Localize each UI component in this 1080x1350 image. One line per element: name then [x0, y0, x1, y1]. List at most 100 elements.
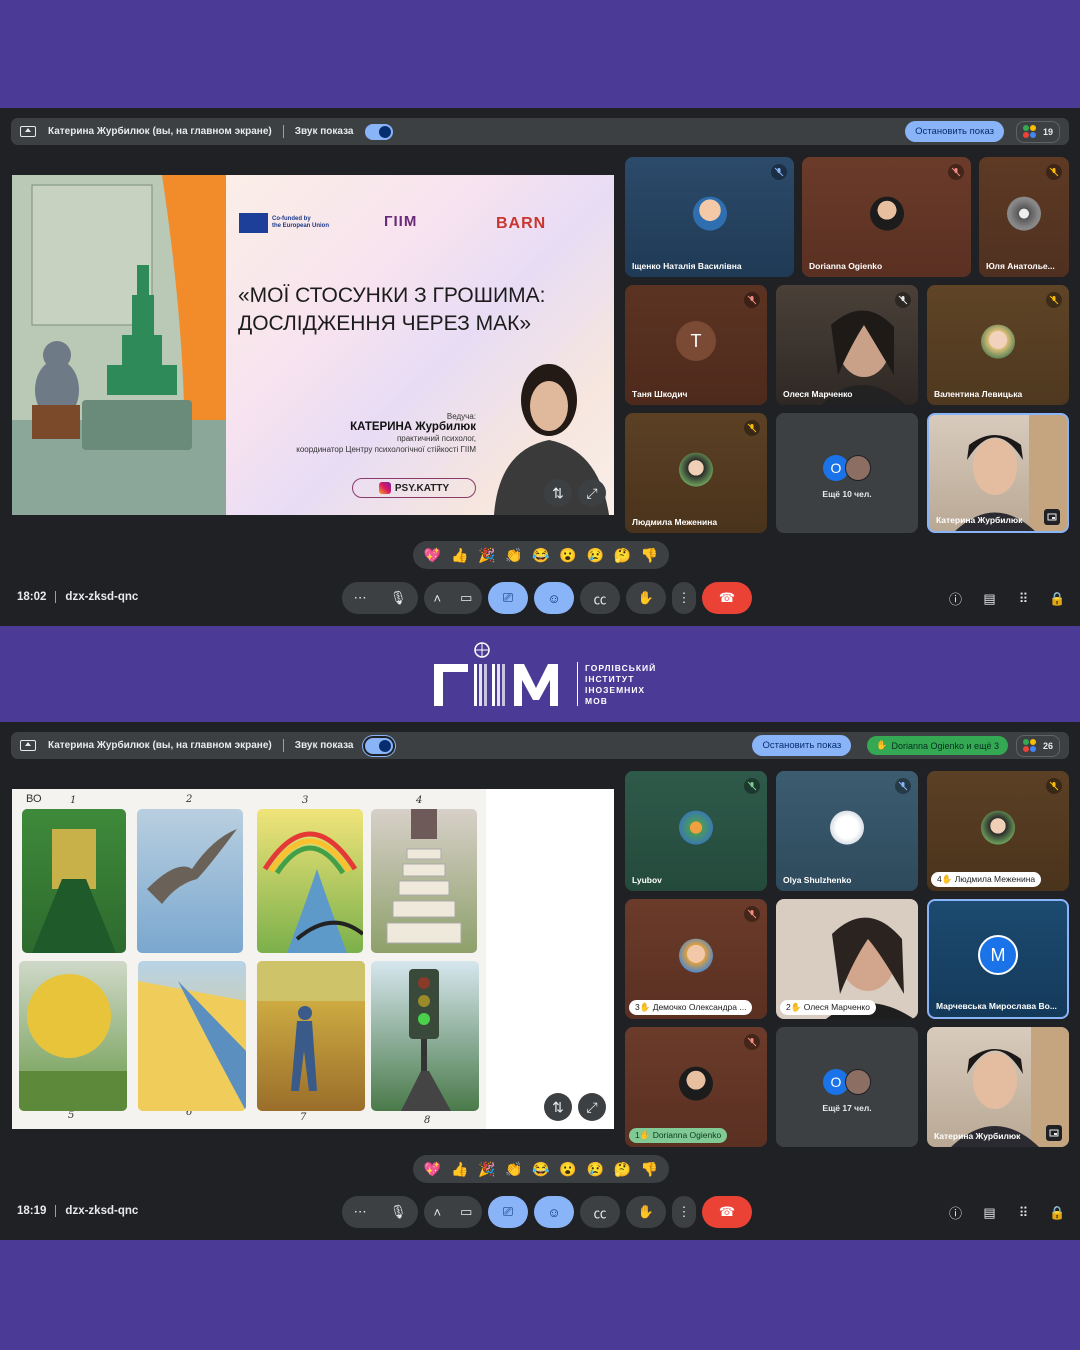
- self-video-tile[interactable]: Катерина Журбилюк: [927, 413, 1069, 533]
- picture-in-picture-icon[interactable]: [1044, 509, 1060, 525]
- participant-tile[interactable]: Olya Shulzhenko: [776, 771, 918, 891]
- more-participants-tile[interactable]: О Ещё 17 чел.: [776, 1027, 918, 1147]
- reaction-party[interactable]: 🎉: [478, 1161, 495, 1178]
- people-button[interactable]: 19: [1015, 120, 1060, 143]
- more-participants-tile[interactable]: О Ещё 10 чел.: [776, 413, 918, 533]
- participant-tile[interactable]: Lyubov: [625, 771, 767, 891]
- reaction-heart[interactable]: 💖: [424, 547, 441, 564]
- more-audio-icon[interactable]: ⋯: [354, 590, 367, 606]
- emoji-button[interactable]: ☺: [534, 1196, 574, 1228]
- reaction-sad[interactable]: 😢: [586, 1161, 603, 1178]
- picture-in-picture-icon[interactable]: [1046, 1125, 1062, 1141]
- reaction-surprised[interactable]: 😮: [559, 547, 576, 564]
- chat-icon[interactable]: ▤: [981, 590, 998, 607]
- reaction-laugh[interactable]: 😂: [532, 1161, 549, 1178]
- host-controls-icon[interactable]: 🔒: [1049, 1204, 1066, 1221]
- participant-name: 3✋ Демочко Олександра ...: [629, 1000, 753, 1015]
- participant-tile[interactable]: Dorianna Ogienko: [802, 157, 971, 277]
- reaction-thumbs-up[interactable]: 👍: [451, 1161, 468, 1178]
- captions-button[interactable]: ㏄: [580, 1196, 620, 1228]
- reaction-clap[interactable]: 👏: [505, 547, 522, 564]
- participant-tile[interactable]: Іщенко Наталія Василівна: [625, 157, 794, 277]
- activities-icon[interactable]: ⠿: [1015, 1204, 1032, 1221]
- leave-call-button[interactable]: ☎: [702, 1196, 752, 1228]
- raised-hands-label: Dorianna Ogienko и ещё 3: [891, 740, 999, 751]
- self-video-tile[interactable]: Катерина Журбилюк: [927, 1027, 1069, 1147]
- reaction-surprised[interactable]: 😮: [559, 1161, 576, 1178]
- mic-off-icon: [1046, 164, 1062, 180]
- camera-control[interactable]: ˄ ▭: [424, 582, 482, 614]
- mic-control[interactable]: ⋯ 🎙: [342, 1196, 418, 1228]
- mic-icon[interactable]: 🎙: [390, 590, 407, 606]
- raise-hand-button[interactable]: ✋: [626, 1196, 666, 1228]
- more-vert-icon: ⋮: [677, 1204, 691, 1219]
- reaction-clap[interactable]: 👏: [505, 1161, 522, 1178]
- shared-screen[interactable]: Co-funded by the European Union ГІІМ BARN…: [12, 175, 614, 515]
- camera-control[interactable]: ˄ ▭: [424, 1196, 482, 1228]
- swap-icon[interactable]: ⇅: [544, 479, 572, 507]
- reaction-thumbs-down[interactable]: 👎: [641, 547, 658, 564]
- chat-icon[interactable]: ▤: [981, 1204, 998, 1221]
- raise-hand-button[interactable]: ✋: [626, 582, 666, 614]
- reaction-thinking[interactable]: 🤔: [614, 547, 631, 564]
- participant-tile[interactable]: M Марчевська Мирослава Во...: [927, 899, 1069, 1019]
- participant-tile[interactable]: 4✋ Людмила Меженина: [927, 771, 1069, 891]
- present-button[interactable]: ⎚: [488, 1196, 528, 1228]
- more-options-button[interactable]: ⋮: [672, 582, 696, 614]
- end-call-icon: ☎: [718, 1204, 736, 1219]
- sound-toggle[interactable]: [365, 123, 394, 140]
- sound-toggle[interactable]: [365, 737, 394, 754]
- participant-video[interactable]: 2✋ Олеся Марченко: [776, 899, 918, 1019]
- shared-screen[interactable]: ВО 1 2 3 4 5 6 7 8 ⇅ ⤢: [12, 789, 614, 1129]
- people-button[interactable]: 26: [1015, 734, 1060, 757]
- participant-video[interactable]: Олеся Марченко: [776, 285, 918, 405]
- chevron-up-icon[interactable]: ˄: [434, 1205, 442, 1220]
- reaction-thumbs-down[interactable]: 👎: [641, 1161, 658, 1178]
- activities-icon[interactable]: ⠿: [1015, 590, 1032, 607]
- control-bar: 18:02 dzx-zksd-qnc ⋯ 🎙 ˄ ▭ ⎚ ☺ ㏄ ✋ ⋮ ☎ ⓘ ▤…: [0, 580, 1080, 616]
- participant-tile[interactable]: Валентина Левицька: [927, 285, 1069, 405]
- participant-tile[interactable]: Т Таня Шкодич: [625, 285, 767, 405]
- swap-icon[interactable]: ⇅: [544, 1093, 572, 1121]
- leave-call-button[interactable]: ☎: [702, 582, 752, 614]
- reaction-sad[interactable]: 😢: [586, 547, 603, 564]
- mic-control[interactable]: ⋯ 🎙: [342, 582, 418, 614]
- expand-icon[interactable]: ⤢: [578, 479, 606, 507]
- expand-icon[interactable]: ⤢: [578, 1093, 606, 1121]
- reaction-laugh[interactable]: 😂: [532, 547, 549, 564]
- participant-tile[interactable]: Юля Анатолье...: [979, 157, 1069, 277]
- info-icon[interactable]: ⓘ: [947, 1204, 964, 1221]
- chevron-up-icon[interactable]: ˄: [434, 591, 442, 606]
- stop-presenting-button[interactable]: Остановить показ: [752, 735, 852, 756]
- emoji-button[interactable]: ☺: [534, 582, 574, 614]
- participant-name: Юля Анатолье...: [986, 261, 1055, 271]
- end-call-icon: ☎: [718, 590, 736, 605]
- participant-name: Таня Шкодич: [632, 389, 688, 399]
- reaction-thumbs-up[interactable]: 👍: [451, 547, 468, 564]
- card-number: 2: [186, 794, 193, 805]
- reaction-thinking[interactable]: 🤔: [614, 1161, 631, 1178]
- reaction-party[interactable]: 🎉: [478, 547, 495, 564]
- giim-brand-banner: ГОРЛІВСЬКИЙ ІНСТИТУТ ІНОЗЕМНИХ МОВ: [0, 636, 1080, 716]
- info-icon[interactable]: ⓘ: [947, 590, 964, 607]
- hand-order: 1: [635, 1130, 640, 1140]
- raised-hands-button[interactable]: ✋ Dorianna Ogienko и ещё 3: [867, 736, 1008, 755]
- more-options-button[interactable]: ⋮: [672, 1196, 696, 1228]
- participant-tile[interactable]: 1✋ Dorianna Ogienko: [625, 1027, 767, 1147]
- participant-tile[interactable]: Людмила Меженина: [625, 413, 767, 533]
- captions-button[interactable]: ㏄: [580, 582, 620, 614]
- participant-name: Dorianna Ogienko: [809, 261, 883, 271]
- more-audio-icon[interactable]: ⋯: [354, 1204, 367, 1220]
- hand-order: 2: [786, 1002, 791, 1012]
- camera-icon[interactable]: ▭: [460, 590, 472, 606]
- reaction-heart[interactable]: 💖: [424, 1161, 441, 1178]
- host-controls-icon[interactable]: 🔒: [1049, 590, 1066, 607]
- camera-icon[interactable]: ▭: [460, 1204, 472, 1220]
- meeting-time: 18:02: [17, 591, 47, 603]
- present-button[interactable]: ⎚: [488, 582, 528, 614]
- people-count: 26: [1042, 740, 1053, 751]
- eu-logo: Co-funded by the European Union: [239, 213, 329, 233]
- stop-presenting-button[interactable]: Остановить показ: [905, 121, 1004, 142]
- participant-tile[interactable]: 3✋ Демочко Олександра ...: [625, 899, 767, 1019]
- mic-icon[interactable]: 🎙: [390, 1204, 407, 1220]
